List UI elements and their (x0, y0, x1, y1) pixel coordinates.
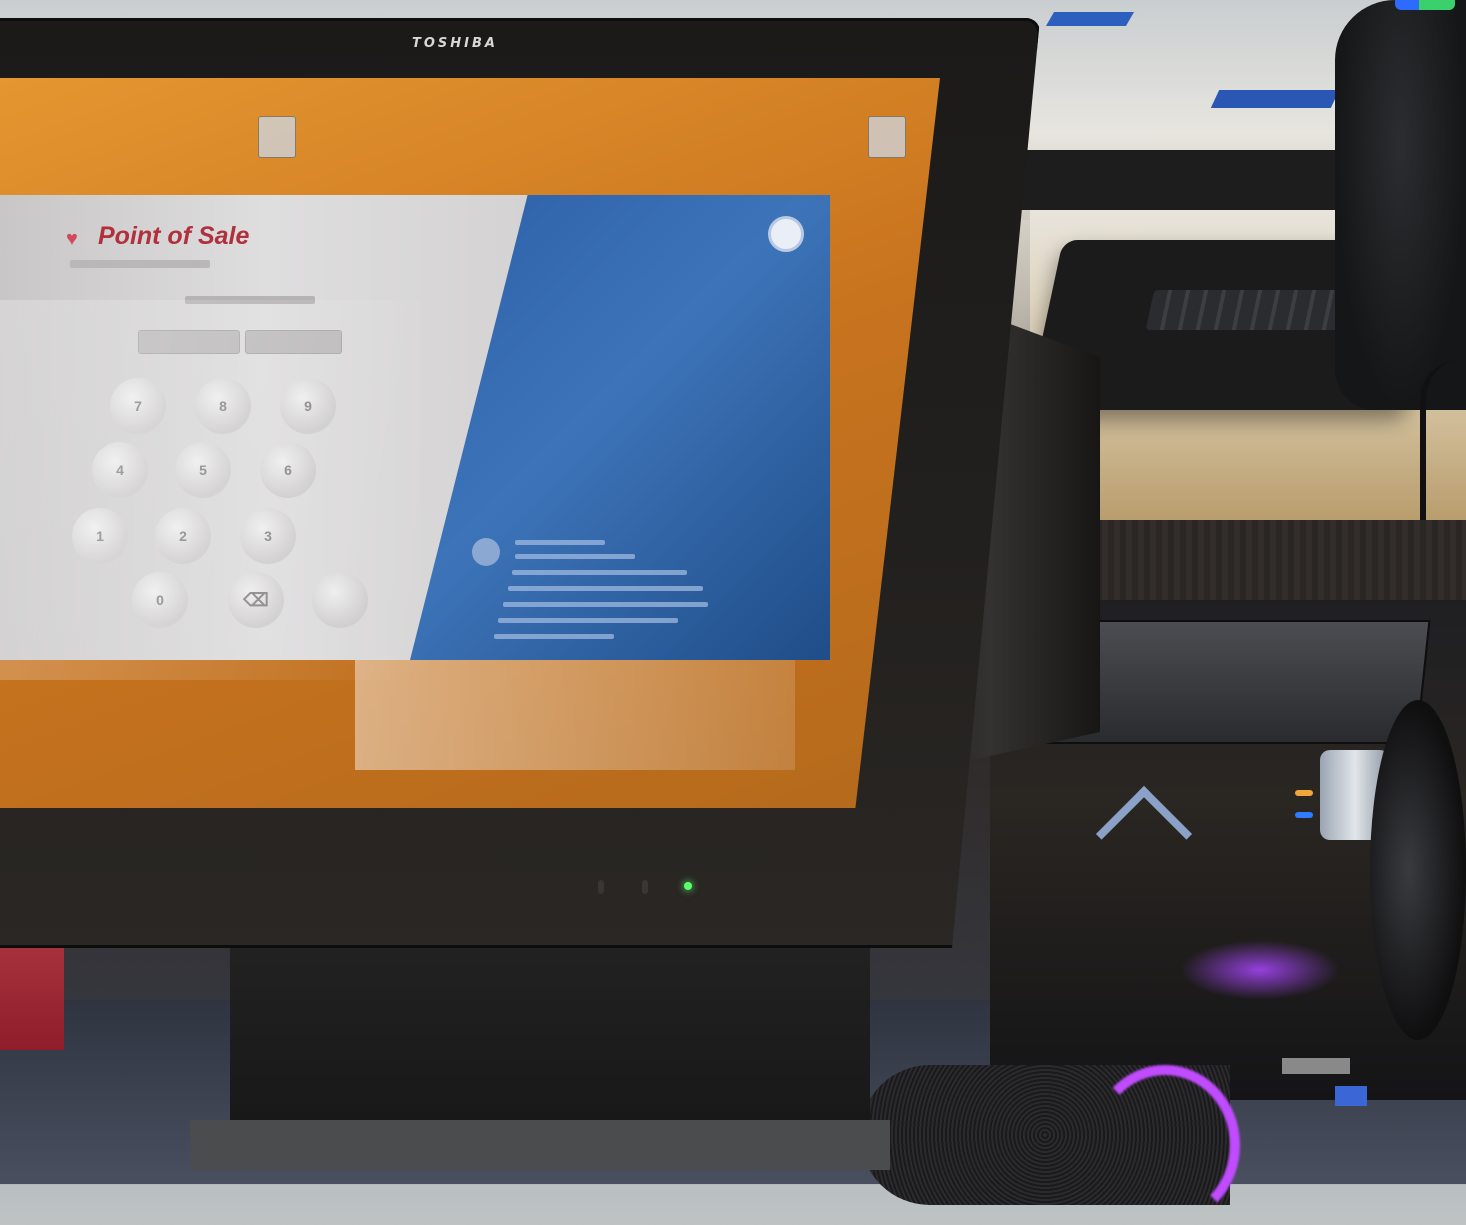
info-text-line (498, 618, 678, 623)
printer-label (1282, 1058, 1350, 1074)
pos-title: Point of Sale (98, 222, 250, 250)
floor-tape (1210, 90, 1340, 108)
camera-status-lights (1395, 0, 1455, 10)
power-led (684, 882, 692, 890)
heart-logo-icon: ♥ (66, 228, 78, 250)
info-text-line (494, 634, 614, 639)
security-camera (1335, 0, 1466, 410)
desktop-shortcut-icon[interactable] (868, 116, 906, 158)
desktop-shortcut-icon[interactable] (258, 116, 296, 158)
info-text-line (515, 554, 635, 559)
floor-tape (1045, 12, 1135, 26)
info-text-line (512, 570, 687, 575)
printer-status-led (1295, 790, 1313, 796)
info-text-line (508, 586, 703, 591)
info-text-line (515, 540, 605, 545)
printer-side-cap (1370, 700, 1466, 1040)
monitor-brand-logo: TOSHIBA (412, 36, 498, 51)
purple-light-glow (1180, 940, 1340, 1000)
monitor-button (598, 880, 604, 894)
card-reader-keypad (1145, 290, 1355, 330)
company-logo-icon (472, 538, 500, 566)
monitor-base (190, 1120, 890, 1170)
close-icon[interactable] (768, 216, 804, 252)
camera-cable (1420, 360, 1466, 520)
pos-subtitle-text (70, 260, 210, 268)
printer-blue-button (1335, 1086, 1367, 1106)
screen-reflection (355, 660, 795, 770)
speaker-light-ring (1090, 1065, 1240, 1225)
printer-status-led (1295, 812, 1313, 818)
screen-glare (0, 300, 420, 680)
info-text-line (503, 602, 708, 607)
monitor-button (642, 880, 648, 894)
